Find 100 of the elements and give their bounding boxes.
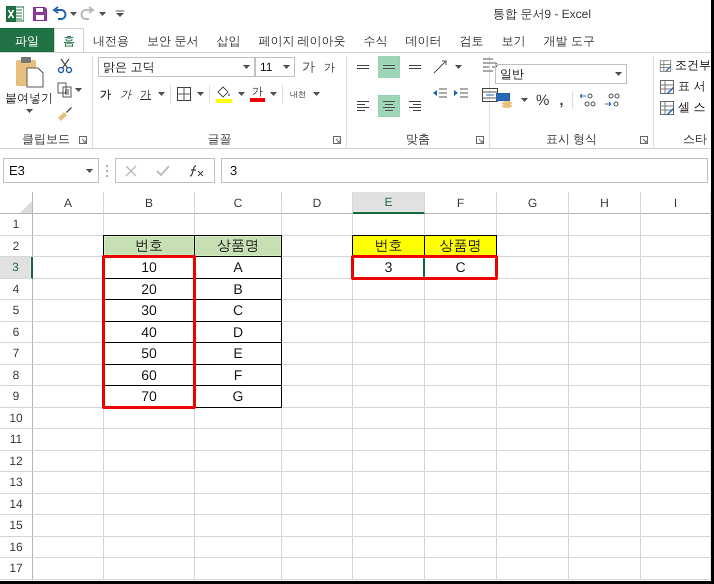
currency-icon[interactable] — [495, 92, 515, 108]
comma-button[interactable]: , — [557, 92, 566, 108]
table-cell — [641, 343, 711, 364]
merge-cells-icon[interactable] — [481, 87, 499, 103]
fill-color-icon[interactable] — [215, 85, 233, 103]
table-style-icon[interactable] — [659, 78, 675, 94]
font-name-field[interactable]: 맑은 고딕 — [98, 57, 255, 77]
style-command[interactable]: 표 서 — [678, 78, 706, 95]
ribbon-tab[interactable]: 파일 — [0, 28, 54, 52]
caret-icon — [521, 98, 528, 102]
dialog-launcher-icon[interactable] — [476, 136, 484, 144]
dialog-launcher-icon[interactable] — [333, 136, 341, 144]
table-cell — [282, 408, 353, 429]
check-icon[interactable] — [156, 164, 170, 176]
table-cell — [282, 450, 353, 472]
table-cell — [569, 450, 641, 472]
increase-decimal-icon[interactable] — [578, 92, 597, 108]
name-box[interactable]: E3 — [3, 158, 99, 183]
borders-icon[interactable] — [176, 86, 192, 102]
row-header[interactable]: 9 — [0, 386, 33, 408]
row-header[interactable]: 6 — [0, 322, 33, 343]
brush-icon[interactable] — [57, 106, 73, 122]
table-cell — [425, 515, 497, 536]
function-icon[interactable] — [188, 164, 205, 176]
copy-icon[interactable] — [57, 82, 73, 98]
row-header[interactable]: 12 — [0, 450, 33, 472]
table-cell — [282, 364, 353, 386]
bold-button[interactable]: 가 — [98, 86, 113, 102]
column-header[interactable]: F — [425, 192, 497, 214]
style-command[interactable]: 조건부 — [675, 57, 711, 74]
table-cell — [33, 558, 104, 580]
scissors-icon[interactable] — [57, 58, 73, 74]
align-center-button[interactable] — [378, 95, 400, 117]
style-command[interactable]: 셀 스 — [678, 99, 706, 116]
table-style-icon[interactable] — [659, 58, 672, 74]
number-format-field[interactable]: 일반 — [495, 64, 627, 84]
font-size-field[interactable]: 11 — [255, 57, 295, 77]
table-cell — [353, 472, 425, 494]
save-icon[interactable] — [32, 6, 48, 22]
undo-icon[interactable] — [50, 6, 68, 22]
column-header[interactable]: G — [497, 192, 569, 214]
formula-field[interactable]: 3 — [221, 158, 708, 183]
dialog-launcher-icon[interactable] — [79, 136, 87, 144]
table-cell — [641, 408, 711, 429]
caret-icon — [313, 92, 320, 96]
row-header[interactable]: 10 — [0, 408, 33, 429]
row-header[interactable]: 16 — [0, 536, 33, 558]
ribbon-tab[interactable]: 홈 — [54, 28, 84, 52]
table-cell — [353, 408, 425, 429]
percent-button[interactable]: % — [534, 92, 552, 108]
table-cell — [497, 558, 569, 580]
decrease-decimal-icon[interactable] — [602, 92, 621, 108]
row-header[interactable]: 14 — [0, 494, 33, 515]
table-cell — [353, 558, 425, 580]
row-header[interactable]: 5 — [0, 300, 33, 322]
table-cell — [641, 429, 711, 450]
table-cell — [569, 494, 641, 515]
customize-icon[interactable] — [116, 10, 124, 18]
clipboard-icon — [14, 56, 44, 88]
wrap-text-icon[interactable] — [481, 56, 499, 74]
drag-handle-icon[interactable] — [105, 164, 109, 178]
column-header[interactable]: A — [33, 192, 104, 214]
column-header[interactable]: E — [353, 192, 425, 214]
table-cell — [497, 343, 569, 364]
row-header[interactable]: 13 — [0, 472, 33, 494]
italic-button[interactable]: 가 — [118, 86, 133, 102]
row-header[interactable]: 4 — [0, 278, 33, 300]
grow-font-button[interactable]: 가 — [300, 58, 317, 76]
column-header[interactable]: C — [195, 192, 282, 214]
phonetic-button[interactable]: 내천 — [288, 88, 308, 100]
row-header[interactable]: 15 — [0, 515, 33, 536]
row-header[interactable]: 7 — [0, 343, 33, 364]
column-header[interactable]: D — [282, 192, 353, 214]
table-cell — [569, 536, 641, 558]
align-middle-button[interactable] — [378, 56, 400, 78]
table-cell: 번호 — [103, 234, 195, 257]
dialog-launcher-icon[interactable] — [640, 136, 648, 144]
row-header[interactable]: 3 — [0, 257, 33, 278]
table-cell — [569, 322, 641, 343]
row-header[interactable]: 8 — [0, 364, 33, 386]
paste-button[interactable]: 붙여넣기 — [5, 56, 53, 130]
table-cell — [353, 343, 425, 364]
underline-button[interactable]: 가 — [138, 86, 153, 102]
font-color-button[interactable]: 가 — [250, 86, 265, 102]
table-cell — [497, 515, 569, 536]
table-cell — [641, 536, 711, 558]
table-style-icon[interactable] — [659, 100, 675, 116]
row-header[interactable]: 1 — [0, 214, 33, 236]
table-cell — [569, 214, 641, 236]
shrink-font-button[interactable]: 가 — [322, 60, 337, 74]
column-header[interactable]: B — [104, 192, 195, 214]
align-lines-icon — [409, 101, 421, 111]
column-header[interactable]: I — [641, 192, 711, 214]
window-title: 통합 문서9 - Excel — [492, 6, 592, 22]
column-header[interactable]: H — [569, 192, 641, 214]
table-cell — [569, 257, 641, 278]
row-header[interactable]: 17 — [0, 558, 33, 580]
align-lines-icon — [357, 101, 369, 111]
table-cell — [497, 278, 569, 300]
row-header[interactable]: 11 — [0, 429, 33, 450]
